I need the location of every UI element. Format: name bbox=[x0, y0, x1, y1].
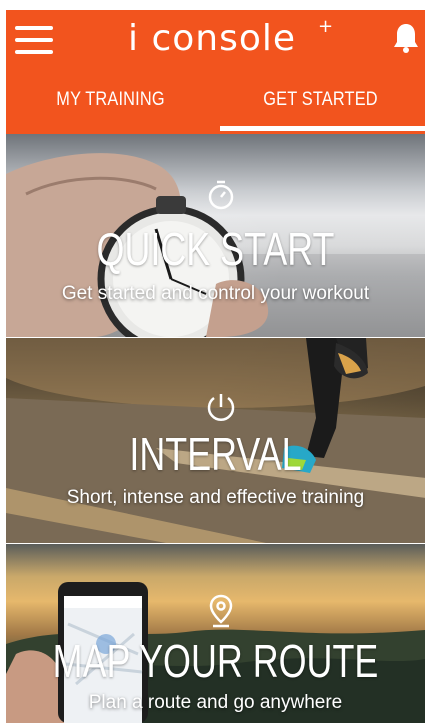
selected-tab-indicator bbox=[220, 126, 425, 131]
location-pin-icon bbox=[209, 594, 233, 628]
interval-card[interactable]: INTERVAL Short, intense and effective tr… bbox=[6, 338, 425, 543]
stopwatch-icon bbox=[208, 180, 234, 210]
app-header: i console + MY TRAINING GET STARTED bbox=[6, 10, 425, 134]
quick-start-card[interactable]: QUICK START Get started and control your… bbox=[6, 134, 425, 337]
interval-title: INTERVAL bbox=[129, 428, 302, 480]
map-route-subtitle: Plan a route and go anywhere bbox=[88, 692, 343, 713]
map-route-title: MAP YOUR ROUTE bbox=[52, 635, 379, 687]
quick-start-title: QUICK START bbox=[96, 223, 335, 275]
map-route-card[interactable]: MAP YOUR ROUTE Plan a route and go anywh… bbox=[6, 544, 425, 723]
hamburger-menu-icon[interactable] bbox=[15, 22, 55, 56]
app-logo: i console + bbox=[128, 14, 333, 64]
tab-my-training[interactable]: MY TRAINING bbox=[21, 72, 201, 134]
bell-icon[interactable] bbox=[392, 22, 420, 54]
power-timer-icon bbox=[207, 394, 235, 421]
quick-start-subtitle: Get started and control your workout bbox=[61, 283, 370, 304]
top-bar: i console + bbox=[6, 10, 425, 72]
tab-get-started[interactable]: GET STARTED bbox=[231, 72, 411, 134]
interval-subtitle: Short, intense and effective training bbox=[66, 487, 365, 508]
tab-bar: MY TRAINING GET STARTED bbox=[6, 72, 425, 134]
app-name-superscript: + bbox=[318, 16, 335, 37]
app-name: i console bbox=[128, 18, 297, 59]
app-screen: i console + MY TRAINING GET STARTED QUIC… bbox=[6, 10, 425, 723]
